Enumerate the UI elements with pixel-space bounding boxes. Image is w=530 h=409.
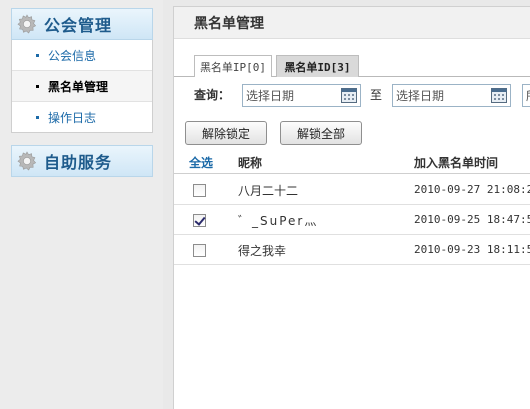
nickname-header: 昵称 <box>238 156 263 170</box>
row-nickname: 得之我幸 <box>238 244 287 258</box>
start-date-input[interactable]: 选择日期 <box>242 84 361 107</box>
table-row: ゛_SuPer灬 2010-09-25 18:47:57 <box>174 205 530 235</box>
sidebar-item-guild-info[interactable]: 公会信息 <box>12 40 152 71</box>
tab-blacklist-id[interactable]: 黑名单ID[3] <box>276 55 359 77</box>
sidebar-item-blacklist[interactable]: 黑名单管理 <box>12 71 152 102</box>
extra-filter-text: 所 <box>526 87 530 104</box>
page-title: 黑名单管理 <box>194 15 264 32</box>
to-label: 至 <box>370 88 383 102</box>
bullet-icon <box>36 116 39 119</box>
query-row: 查询： 选择日期 至 选择日期 <box>174 83 530 107</box>
row-time: 2010-09-27 21:08:25 <box>414 183 530 196</box>
select-all-link[interactable]: 全选 <box>189 154 213 171</box>
tab-blacklist-ip[interactable]: 黑名单IP[0] <box>194 55 272 77</box>
extra-filter-input[interactable]: 所 <box>522 84 530 107</box>
time-header: 加入黑名单时间 <box>414 156 499 170</box>
sidebar-menu: 公会信息 黑名单管理 操作日志 <box>11 40 153 133</box>
row-time: 2010-09-23 18:11:51 <box>414 243 530 256</box>
unlock-button[interactable]: 解除锁定 <box>185 121 267 145</box>
row-checkbox[interactable] <box>193 214 206 227</box>
main-panel: 黑名单管理 黑名单IP[0] 黑名单ID[3] 查询： 选择日期 至 选择日期 <box>173 6 530 409</box>
unlock-all-button[interactable]: 解锁全部 <box>280 121 362 145</box>
row-checkbox[interactable] <box>193 184 206 197</box>
sidebar: 公会管理 公会信息 黑名单管理 操作日志 自助服务 <box>0 0 163 409</box>
sidebar-item-label: 公会信息 <box>48 48 97 63</box>
gear-icon <box>17 151 37 171</box>
row-nickname: ゛_SuPer灬 <box>238 214 319 228</box>
table-header: 全选 昵称 加入黑名单时间 <box>174 149 530 174</box>
sidebar-item-label: 操作日志 <box>48 111 97 125</box>
sidebar-item-label: 黑名单管理 <box>48 79 109 94</box>
end-date-placeholder: 选择日期 <box>396 89 445 103</box>
calendar-icon[interactable] <box>341 88 357 103</box>
bullet-icon <box>36 84 39 88</box>
sidebar-section-title: 公会管理 <box>44 16 113 35</box>
table-row: 得之我幸 2010-09-23 18:11:51 <box>174 235 530 265</box>
row-checkbox[interactable] <box>193 244 206 257</box>
calendar-icon[interactable] <box>491 88 507 103</box>
table-row: 八月二十二 2010-09-27 21:08:25 <box>174 175 530 205</box>
sidebar-section-title: 自助服务 <box>44 153 113 172</box>
sidebar-item-operation-log[interactable]: 操作日志 <box>12 102 152 133</box>
row-nickname: 八月二十二 <box>238 184 299 198</box>
sidebar-section-self-service[interactable]: 自助服务 <box>11 145 153 177</box>
tab-bar: 黑名单IP[0] 黑名单ID[3] <box>174 55 530 77</box>
end-date-input[interactable]: 选择日期 <box>392 84 511 107</box>
row-time: 2010-09-25 18:47:57 <box>414 213 530 226</box>
bullet-icon <box>36 53 39 57</box>
gear-icon <box>17 14 37 34</box>
sidebar-section-guild-management[interactable]: 公会管理 <box>11 8 153 40</box>
start-date-placeholder: 选择日期 <box>246 89 295 103</box>
main-header: 黑名单管理 <box>174 7 530 39</box>
query-label: 查询： <box>194 88 231 102</box>
